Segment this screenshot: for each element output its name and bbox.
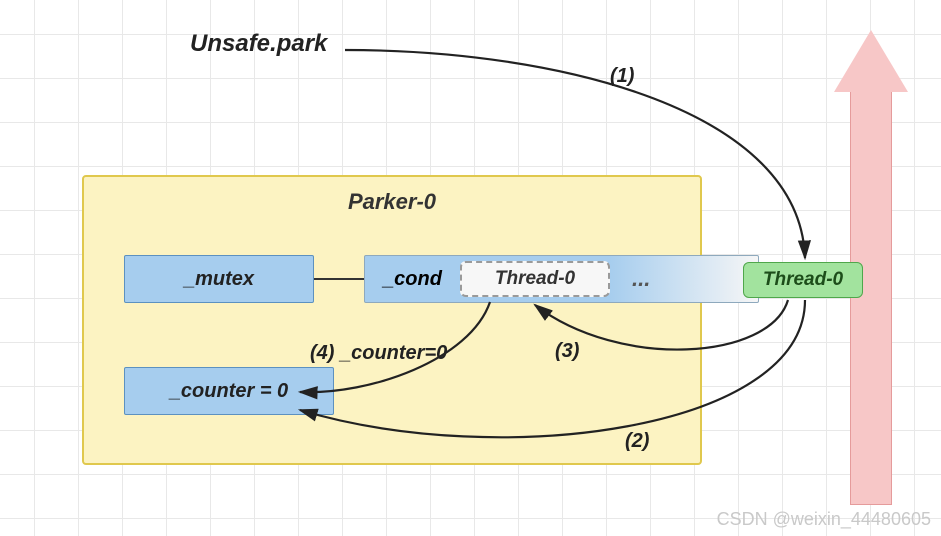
counter-box: _counter = 0 bbox=[124, 367, 334, 415]
step-2-label: (2) bbox=[625, 430, 649, 453]
diagram-stage: Unsafe.park Parker-0 _mutex _cond Thread… bbox=[0, 0, 941, 536]
unsafe-park-label: Unsafe.park bbox=[190, 30, 327, 58]
mutex-box: _mutex bbox=[124, 255, 314, 303]
cond-label: _cond bbox=[365, 268, 460, 291]
thread0-node: Thread-0 bbox=[743, 262, 863, 298]
parker-title: Parker-0 bbox=[84, 189, 700, 215]
step-1-label: (1) bbox=[610, 65, 634, 88]
mutex-cond-connector bbox=[314, 278, 364, 280]
watermark: CSDN @weixin_44480605 bbox=[717, 509, 931, 530]
step-3-label: (3) bbox=[555, 340, 579, 363]
parker-box: Parker-0 _mutex _cond Thread-0 ... _coun… bbox=[82, 175, 702, 465]
cond-dots: ... bbox=[632, 266, 650, 292]
cond-box: _cond Thread-0 ... bbox=[364, 255, 759, 303]
cond-thread-chip: Thread-0 bbox=[460, 261, 610, 297]
step-4-label: (4) _counter=0 bbox=[310, 342, 447, 365]
